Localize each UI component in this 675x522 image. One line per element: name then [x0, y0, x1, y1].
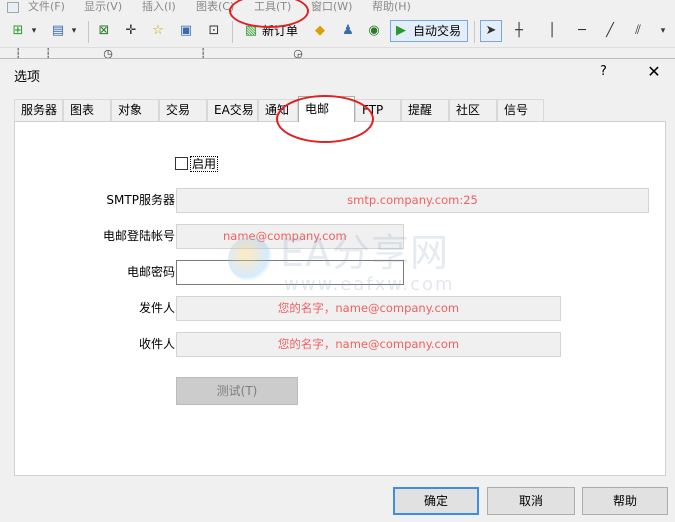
menu-tools[interactable]: 工具(T): [254, 0, 291, 14]
from-field[interactable]: 您的名字，name@company.com: [176, 296, 561, 321]
menu-help[interactable]: 帮助(H): [372, 0, 411, 14]
smtp-server-field[interactable]: smtp.company.com:25: [176, 188, 649, 213]
navigator-icon[interactable]: ▣: [178, 23, 194, 39]
tab-trade[interactable]: 交易: [159, 99, 207, 121]
login-label: 电邮登陆帐号:: [102, 229, 179, 243]
auto-trade-button[interactable]: ▶ 自动交易: [390, 20, 468, 42]
chevron-down-icon[interactable]: ▾: [26, 23, 42, 39]
signals-icon[interactable]: ◉: [366, 23, 382, 39]
toolbar-separator: [88, 21, 89, 43]
to-label: 收件人:: [138, 337, 179, 351]
tab-expert-advisors[interactable]: EA交易: [207, 99, 258, 121]
trendline-icon[interactable]: ╱: [602, 23, 618, 39]
profiles-icon[interactable]: ▤: [50, 23, 66, 39]
vertical-line-icon[interactable]: │: [544, 23, 560, 39]
tab-signals[interactable]: 信号: [497, 99, 544, 121]
close-icon[interactable]: ✕: [644, 62, 664, 82]
tab-charts[interactable]: 图表: [63, 99, 111, 121]
new-order-icon: ▧: [244, 23, 258, 38]
help-icon[interactable]: ?: [600, 64, 607, 79]
email-settings-panel: 启用 SMTP服务器: smtp.company.com:25 电邮登陆帐号: …: [14, 121, 666, 476]
new-chart-icon[interactable]: ⊞: [10, 23, 26, 39]
crosshair-tool-icon[interactable]: ┼: [511, 23, 527, 39]
ok-button[interactable]: 确定: [393, 487, 479, 515]
password-field[interactable]: [176, 260, 404, 285]
favorites-icon[interactable]: ☆: [150, 23, 166, 39]
meta-editor-icon[interactable]: ◆: [312, 23, 328, 39]
new-order-button[interactable]: 新订单: [262, 23, 298, 39]
cursor-tool-button[interactable]: ➤: [480, 20, 502, 42]
tab-community[interactable]: 社区: [449, 99, 497, 121]
test-button[interactable]: 测试(T): [176, 377, 298, 405]
from-label: 发件人:: [138, 301, 179, 315]
market-watch-icon[interactable]: ⊠: [96, 23, 112, 39]
to-field[interactable]: 您的名字，name@company.com: [176, 332, 561, 357]
tab-alerts[interactable]: 提醒: [401, 99, 449, 121]
toolbar-separator: [474, 21, 475, 43]
menu-view[interactable]: 显示(V): [84, 0, 122, 14]
auto-trade-label: 自动交易: [413, 24, 462, 38]
terminal-icon[interactable]: ⊡: [206, 23, 222, 39]
options-dialog: 选项 ? ✕ 服务器 图表 对象 交易 EA交易 通知 电邮 FTP 提醒 社区…: [0, 58, 675, 522]
dialog-title: 选项: [14, 70, 41, 85]
fibonacci-icon[interactable]: ⫽: [630, 23, 646, 39]
help-button[interactable]: 帮助: [582, 487, 668, 515]
chevron-down-icon[interactable]: ▾: [66, 23, 82, 39]
smtp-label: SMTP服务器:: [106, 193, 179, 207]
market-icon[interactable]: ♟: [340, 23, 356, 39]
cancel-button[interactable]: 取消: [487, 487, 575, 515]
password-label: 电邮密码:: [126, 265, 179, 279]
horizontal-line-icon[interactable]: ─: [574, 23, 590, 39]
tab-server[interactable]: 服务器: [14, 99, 63, 121]
auto-trade-icon: ▶: [396, 23, 406, 38]
cursor-icon: ➤: [485, 23, 497, 38]
tab-notifications[interactable]: 通知: [258, 99, 298, 121]
tab-objects[interactable]: 对象: [111, 99, 159, 121]
tab-email[interactable]: 电邮: [298, 96, 355, 122]
login-field[interactable]: name@company.com: [176, 224, 404, 249]
main-toolbar: ⊞ ▾ ▤ ▾ ⊠ ✛ ☆ ▣ ⊡ ▧ 新订单 ◆ ♟ ◉ ▶ 自动交易 ➤ ┼…: [0, 17, 675, 48]
menu-insert[interactable]: 插入(I): [142, 0, 176, 14]
menu-file[interactable]: 文件(F): [28, 0, 65, 14]
menu-charts[interactable]: 图表(C): [196, 0, 234, 14]
app-icon: [7, 2, 19, 13]
chevron-down-icon[interactable]: ▾: [655, 23, 671, 39]
tab-ftp[interactable]: FTP: [355, 99, 401, 121]
menu-bar: 文件(F) 显示(V) 插入(I) 图表(C) 工具(T) 窗口(W) 帮助(H…: [0, 0, 675, 16]
enable-checkbox[interactable]: [175, 157, 188, 170]
enable-label: 启用: [190, 156, 219, 172]
menu-window[interactable]: 窗口(W): [311, 0, 352, 14]
crosshair-icon[interactable]: ✛: [123, 23, 139, 39]
toolbar-separator: [232, 21, 233, 43]
